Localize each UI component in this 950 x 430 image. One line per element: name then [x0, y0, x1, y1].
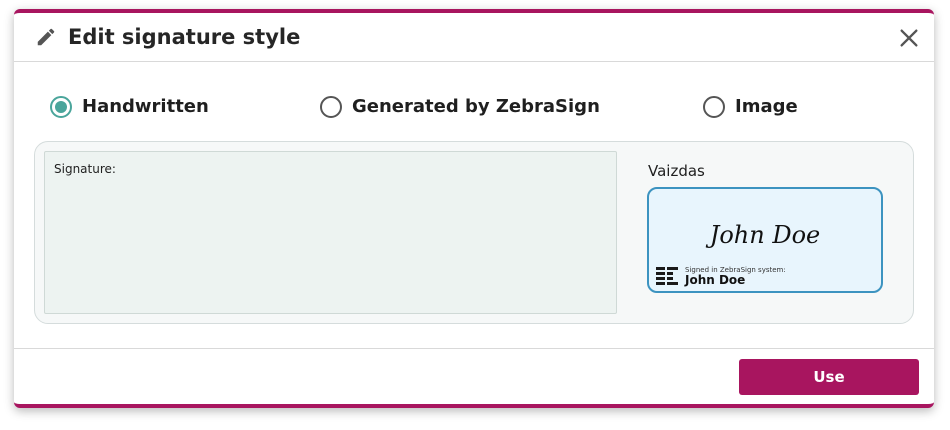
signature-panel: Signature: Vaizdas John Doe Signed in Ze… — [34, 141, 914, 324]
stamp-name: John Doe — [685, 273, 746, 287]
option-label: Handwritten — [82, 96, 209, 117]
option-label: Generated by ZebraSign — [352, 96, 600, 117]
dialog-header: Edit signature style — [14, 13, 934, 62]
signature-preview-card: John Doe Signed in ZebraSign system: Joh… — [647, 187, 883, 293]
radio-image[interactable] — [703, 96, 725, 118]
signature-pad[interactable]: Signature: — [44, 151, 617, 314]
preview-signature: John Doe — [709, 221, 821, 249]
dialog-footer: Use — [14, 348, 934, 404]
signature-pad-label: Signature: — [54, 162, 116, 176]
radio-handwritten[interactable] — [50, 96, 72, 118]
radio-generated[interactable] — [320, 96, 342, 118]
edit-signature-dialog: Edit signature style Handwritten Generat… — [14, 9, 934, 408]
zebrasign-logo-icon — [656, 267, 678, 285]
use-button[interactable]: Use — [739, 359, 919, 395]
close-icon[interactable] — [898, 27, 920, 49]
preview-label: Vaizdas — [648, 162, 705, 180]
signature-style-options: Handwritten Generated by ZebraSign Image — [14, 93, 934, 123]
option-label: Image — [735, 96, 798, 117]
pencil-icon — [37, 28, 55, 46]
dialog-title: Edit signature style — [68, 25, 301, 49]
